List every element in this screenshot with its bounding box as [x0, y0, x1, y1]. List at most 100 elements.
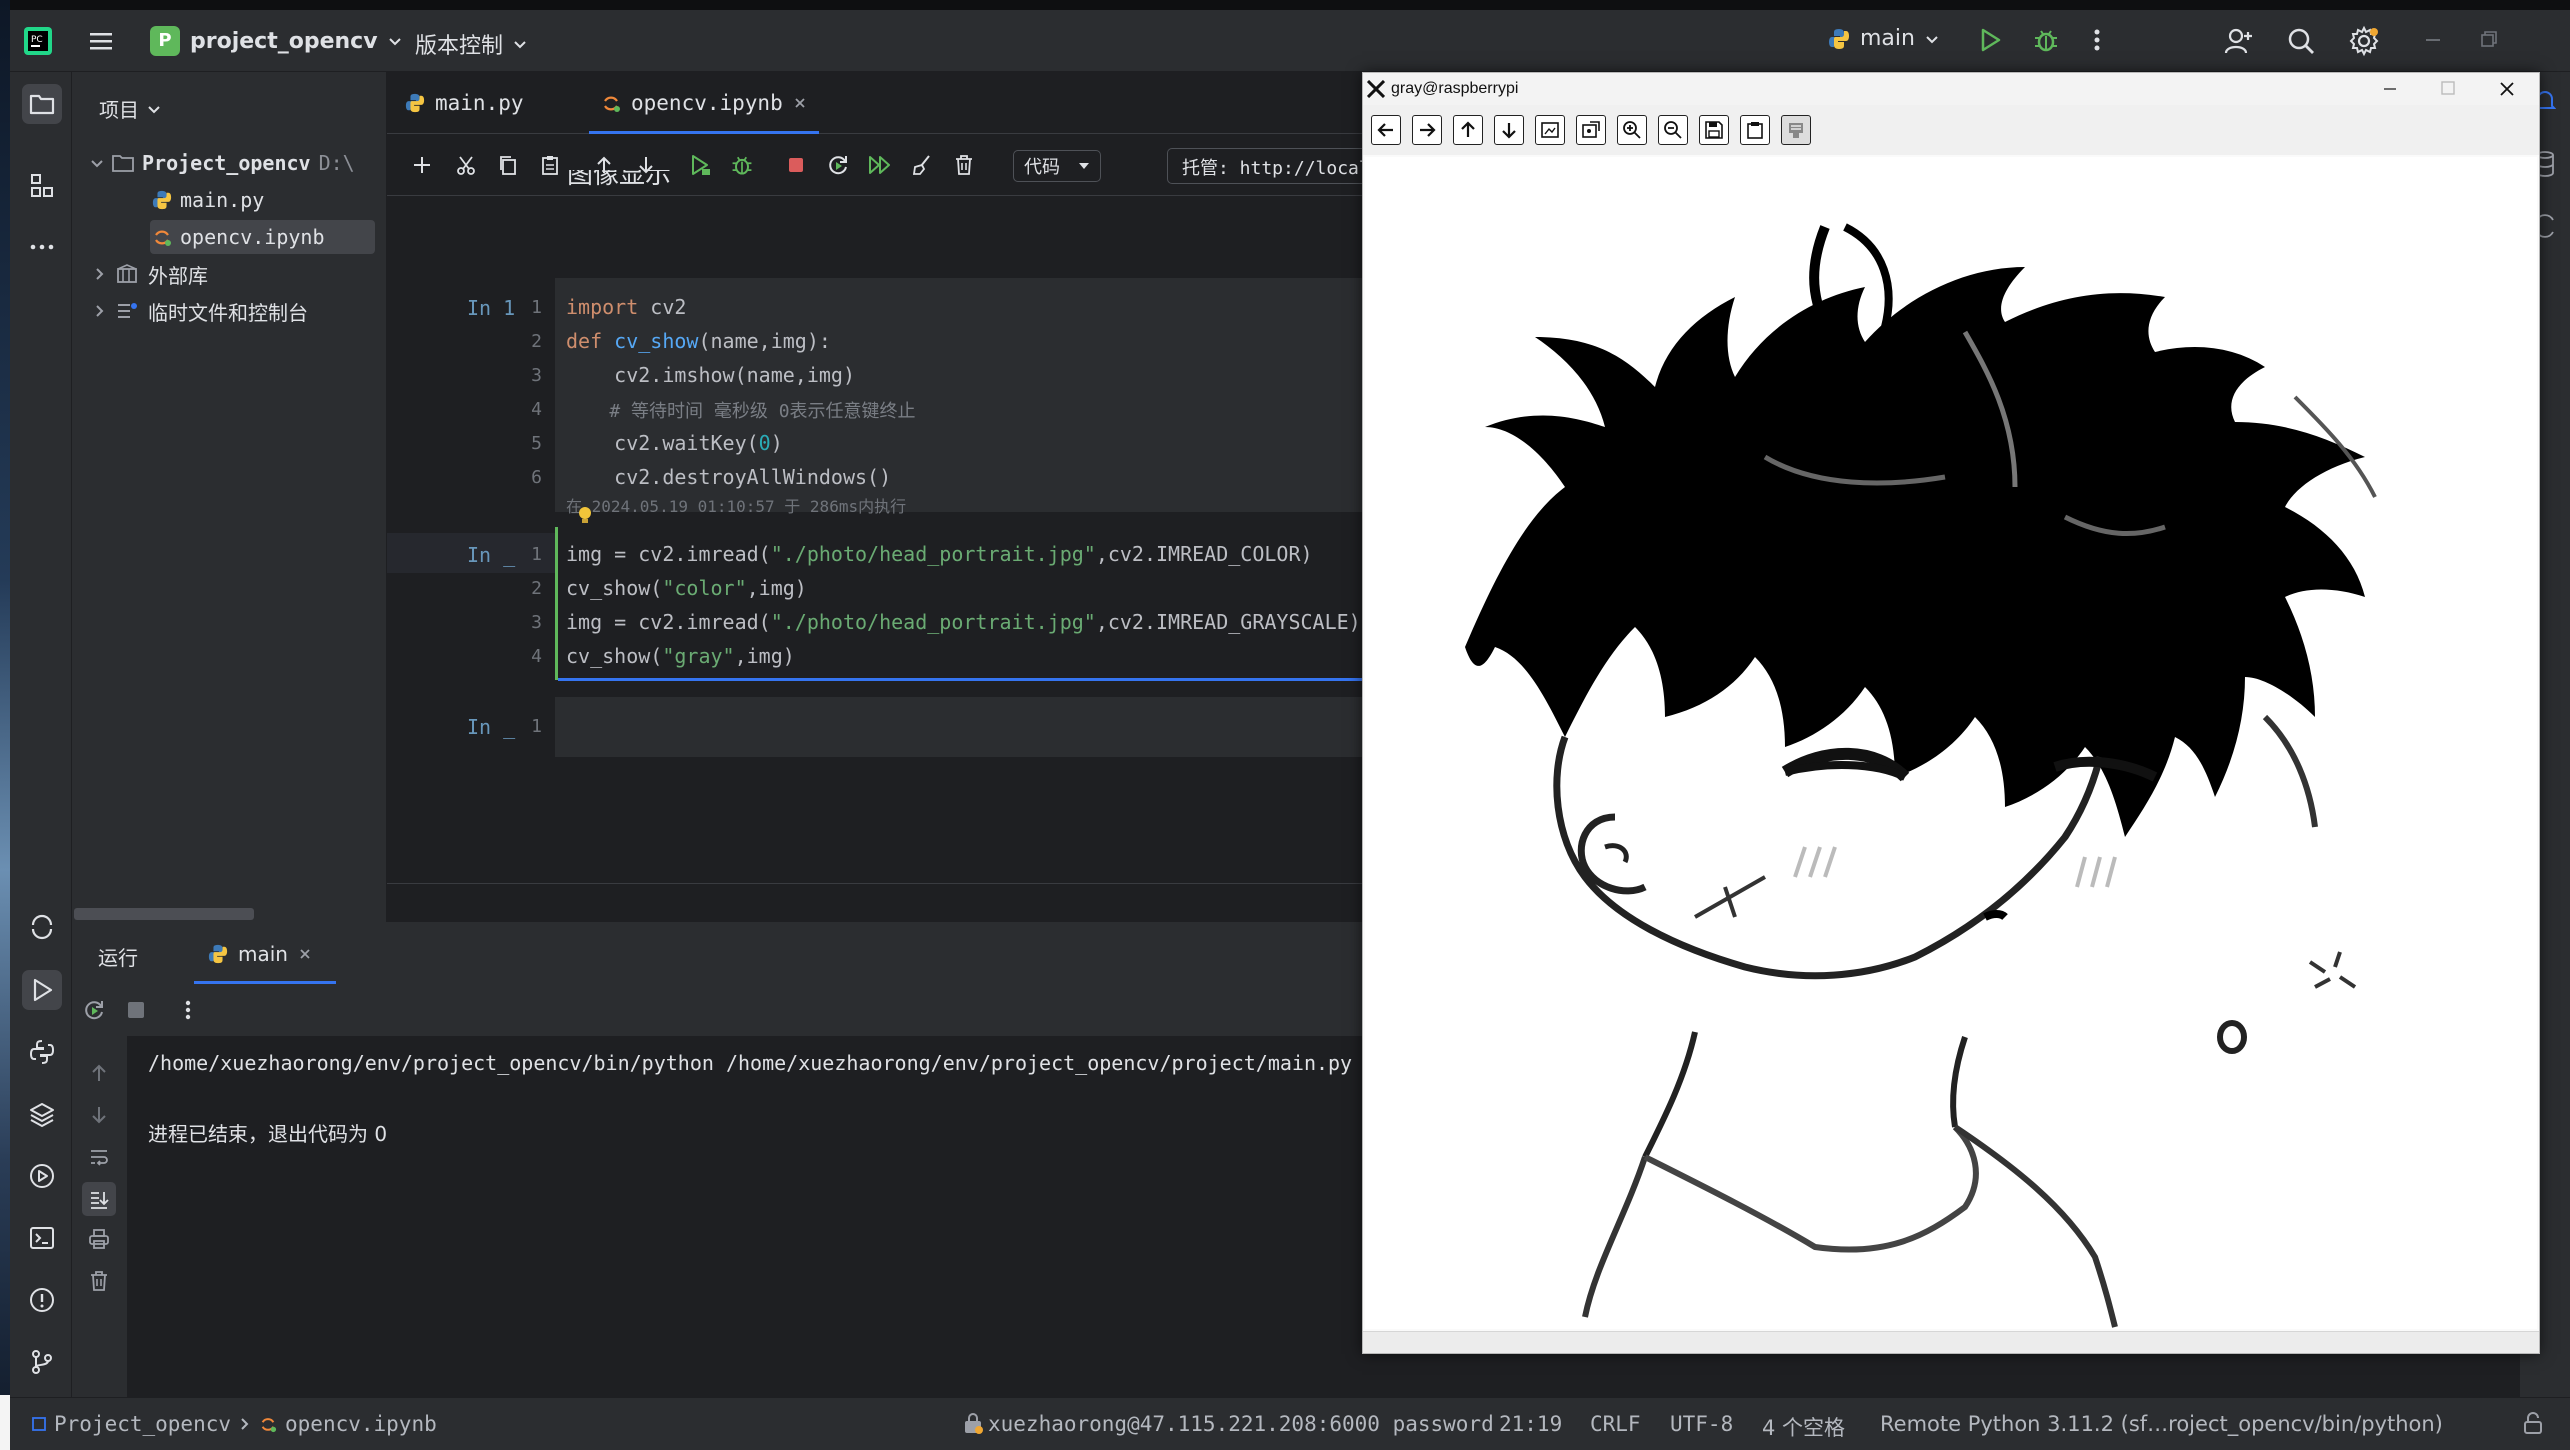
tree-item-main-py[interactable]: main.py: [152, 183, 264, 217]
scroll-to-end-button[interactable]: [82, 1182, 116, 1216]
settings-button[interactable]: [2348, 25, 2380, 57]
caret-position[interactable]: 21:19: [1499, 1412, 1562, 1436]
gear-icon: [2349, 25, 2379, 57]
tree-root-project[interactable]: Project_opencv D:\: [90, 146, 355, 180]
python-packages-button[interactable]: [22, 1094, 62, 1134]
run-tool-button[interactable]: [22, 970, 62, 1010]
cell-type-dropdown[interactable]: 代码: [1013, 150, 1101, 182]
image-window-titlebar[interactable]: gray@raspberrypi: [1363, 73, 2539, 105]
run-tab-main[interactable]: main: [194, 922, 336, 986]
scroll-down-button[interactable]: [88, 1104, 110, 1126]
debug-cell-button[interactable]: [727, 150, 757, 180]
run-config-selector[interactable]: main: [1828, 26, 1939, 51]
image-canvas[interactable]: [1365, 157, 2537, 1329]
services-tool-button[interactable]: [22, 1156, 62, 1196]
breadcrumb-file[interactable]: opencv.ipynb: [285, 1412, 437, 1436]
more-actions-button[interactable]: [2090, 26, 2104, 54]
jupyter-server-field[interactable]: 托管: http://localh: [1167, 148, 1367, 184]
minimize-button[interactable]: [2422, 28, 2444, 50]
search-button[interactable]: [2286, 26, 2316, 56]
run-cell-button[interactable]: [685, 150, 715, 180]
run-all-button[interactable]: [865, 150, 895, 180]
code-line[interactable]: def cv_show(name,img):: [566, 329, 831, 353]
close-icon[interactable]: [793, 96, 807, 110]
tree-item-scratches[interactable]: 临时文件和控制台: [94, 294, 308, 328]
pan-down-icon[interactable]: [1494, 115, 1524, 145]
zoom-original-icon[interactable]: [1576, 115, 1606, 145]
image-window-close[interactable]: [2497, 79, 2517, 99]
close-icon[interactable]: [298, 947, 312, 961]
properties-icon[interactable]: [1781, 115, 1811, 145]
rerun-button[interactable]: [82, 998, 106, 1022]
git-tool-button[interactable]: [22, 1342, 62, 1382]
tree-item-external-libs[interactable]: 外部库: [94, 257, 208, 291]
pan-left-icon[interactable]: [1371, 115, 1401, 145]
add-cell-button[interactable]: [407, 150, 437, 180]
sync-tool-button[interactable]: [22, 907, 62, 947]
lightbulb-icon[interactable]: [577, 505, 593, 527]
vcs-menu[interactable]: 版本控制: [415, 28, 527, 60]
image-window[interactable]: gray@raspberrypi: [1362, 72, 2540, 1354]
clear-outputs-button[interactable]: [907, 150, 937, 180]
breadcrumb-project[interactable]: Project_opencv: [54, 1412, 231, 1436]
line-separator[interactable]: CRLF: [1590, 1412, 1641, 1436]
python-interpreter[interactable]: Remote Python 3.11.2 (sf…roject_opencv/b…: [1880, 1412, 2443, 1436]
readonly-toggle-icon[interactable]: [2522, 1412, 2544, 1434]
code-line[interactable]: cv2.imshow(name,img): [566, 363, 855, 387]
debug-button[interactable]: [2032, 26, 2060, 54]
image-window-maximize[interactable]: [2439, 79, 2457, 97]
run-side-toolbar: [72, 1036, 127, 1397]
more-tools-button[interactable]: [22, 227, 62, 267]
delete-cell-button[interactable]: [949, 150, 979, 180]
zoom-out-icon[interactable]: [1658, 115, 1688, 145]
python-icon: [1829, 28, 1849, 49]
zoom-in-icon[interactable]: [1617, 115, 1647, 145]
code-line[interactable]: import cv2: [566, 295, 686, 319]
python-console-button[interactable]: [22, 1032, 62, 1072]
more-run-actions[interactable]: [182, 998, 194, 1022]
indent-setting[interactable]: 4 个空格: [1762, 1412, 1845, 1442]
project-view-selector[interactable]: 项目: [99, 94, 161, 123]
code-line[interactable]: cv2.destroyAllWindows(): [566, 465, 891, 489]
project-tool-button[interactable]: [22, 84, 62, 124]
image-window-minimize[interactable]: [2381, 79, 2399, 97]
horizontal-scrollbar[interactable]: [74, 908, 254, 920]
structure-tool-button[interactable]: [22, 166, 62, 206]
pan-up-icon[interactable]: [1453, 115, 1483, 145]
zoom-fit-icon[interactable]: [1535, 115, 1565, 145]
restore-button[interactable]: [2478, 28, 2500, 50]
copy-cell-button[interactable]: [493, 150, 523, 180]
main-menu-icon[interactable]: [88, 28, 114, 54]
code-line[interactable]: img = cv2.imread("./photo/head_portrait.…: [566, 610, 1361, 634]
scroll-up-button[interactable]: [88, 1062, 110, 1084]
code-line[interactable]: cv2.waitKey(0): [566, 431, 783, 455]
terminal-tool-button[interactable]: [22, 1218, 62, 1258]
code-line[interactable]: cv_show("color",img): [566, 576, 807, 600]
console-exit-message: 进程已结束，退出代码为 0: [148, 1122, 388, 1146]
code-line[interactable]: cv_show("gray",img): [566, 644, 795, 668]
run-button[interactable]: [1976, 26, 2004, 54]
cut-cell-button[interactable]: [451, 150, 481, 180]
code-with-me-button[interactable]: [2224, 26, 2254, 56]
code-line[interactable]: img = cv2.imread("./photo/head_portrait.…: [566, 542, 1313, 566]
save-icon[interactable]: [1699, 115, 1729, 145]
print-button[interactable]: [88, 1228, 110, 1250]
code-comment-line[interactable]: # 等待时间 毫秒级 0表示任意键终止: [566, 397, 915, 423]
restart-kernel-button[interactable]: [823, 150, 853, 180]
interrupt-kernel-button[interactable]: [781, 150, 811, 180]
tab-main-py[interactable]: main.py: [405, 72, 524, 134]
tree-item-opencv-ipynb[interactable]: opencv.ipynb: [150, 220, 375, 254]
clear-console-button[interactable]: [88, 1270, 110, 1292]
problems-tool-button[interactable]: [22, 1280, 62, 1320]
remote-connection[interactable]: xuezhaorong@47.115.221.208:6000 password: [988, 1412, 1494, 1436]
paste-cell-button[interactable]: [535, 150, 565, 180]
tab-opencv-ipynb[interactable]: opencv.ipynb: [589, 72, 819, 134]
file-encoding[interactable]: UTF-8: [1670, 1412, 1733, 1436]
stop-button[interactable]: [126, 1000, 146, 1020]
pan-right-icon[interactable]: [1412, 115, 1442, 145]
project-selector[interactable]: P project_opencv: [150, 26, 402, 56]
copy-icon[interactable]: [1740, 115, 1770, 145]
code-cell-3[interactable]: [555, 697, 1367, 757]
soft-wrap-button[interactable]: [88, 1146, 110, 1168]
svg-text:PC: PC: [31, 35, 43, 45]
